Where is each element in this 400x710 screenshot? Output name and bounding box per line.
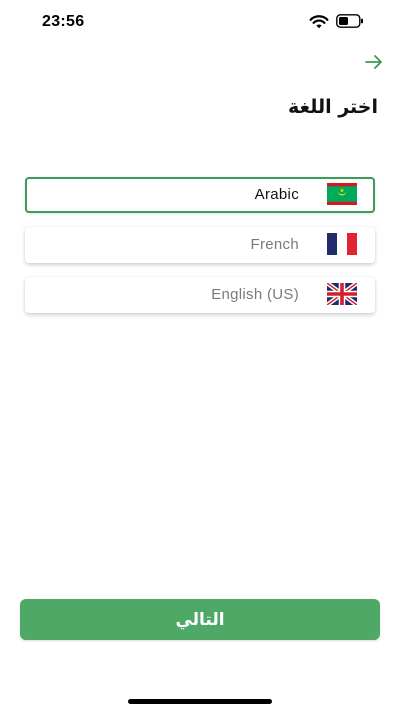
language-option-french[interactable]: French xyxy=(25,227,375,263)
arrow-right-icon[interactable] xyxy=(364,53,384,71)
language-label: Arabic xyxy=(254,186,299,203)
language-option-arabic[interactable]: Arabic xyxy=(25,177,375,213)
wifi-icon xyxy=(309,15,329,29)
language-label: French xyxy=(250,236,299,253)
france-flag-icon xyxy=(327,233,357,255)
status-time: 23:56 xyxy=(42,13,85,30)
home-indicator xyxy=(128,699,272,704)
mauritania-flag-icon xyxy=(327,183,357,205)
uk-flag-icon xyxy=(327,283,357,305)
language-option-english-us[interactable]: English (US) xyxy=(25,277,375,313)
next-button[interactable]: التالي xyxy=(20,599,380,640)
language-label: English (US) xyxy=(211,286,299,303)
status-bar: 23:56 xyxy=(0,0,400,44)
language-list: Arabic French English (US) xyxy=(25,177,375,327)
battery-icon xyxy=(336,14,363,28)
page-title: اختر اللغة xyxy=(287,96,378,118)
